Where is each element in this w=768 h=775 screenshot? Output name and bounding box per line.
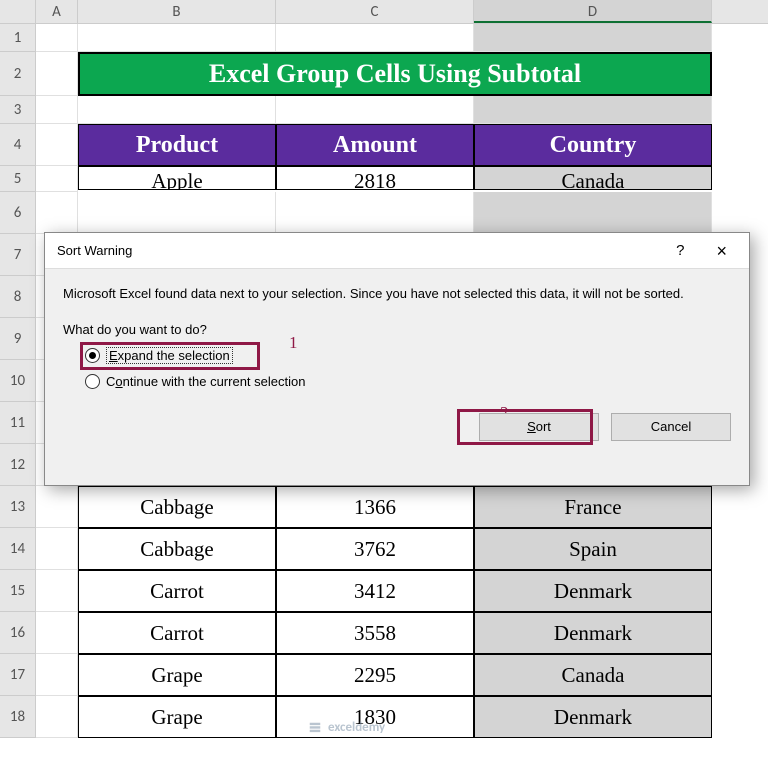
grid-row-3: 3 [0,96,768,124]
grid-row-1: 1 [0,24,768,52]
cell-b3[interactable] [78,96,276,124]
data-product-16[interactable]: Carrot [78,612,276,654]
cell-a4[interactable] [36,124,78,166]
grid-row-14: 14 Cabbage 3762 Spain [0,528,768,570]
col-header-b[interactable]: B [78,0,276,23]
header-product[interactable]: Product [78,124,276,166]
grid-row-15: 15 Carrot 3412 Denmark [0,570,768,612]
data-amount-16[interactable]: 3558 [276,612,474,654]
cell-a16[interactable] [36,612,78,654]
row-label-4[interactable]: 4 [0,124,36,166]
row-label-5[interactable]: 5 [0,166,36,192]
data-country-18[interactable]: Denmark [474,696,712,738]
radio-expand-label: Expand the selection [106,347,233,364]
help-icon[interactable]: ? [662,240,698,261]
dialog-controls: ? × [662,240,739,261]
dialog-buttons: Sort Cancel [45,413,749,457]
data-amount-18[interactable]: 1830 [276,696,474,738]
row-label-12[interactable]: 12 [0,444,36,486]
title-cell[interactable]: Excel Group Cells Using Subtotal [78,52,712,96]
grid-row-17: 17 Grape 2295 Canada [0,654,768,696]
data-amount-13[interactable]: 1366 [276,486,474,528]
dialog-titlebar[interactable]: Sort Warning ? × [45,233,749,269]
row-label-8[interactable]: 8 [0,276,36,318]
radio-group: Expand the selection Continue with the c… [85,347,731,389]
data-product-17[interactable]: Grape [78,654,276,696]
dialog-message: Microsoft Excel found data next to your … [63,285,731,304]
data-country-5[interactable]: Canada [474,166,712,190]
radio-continue-label: Continue with the current selection [106,374,305,389]
header-country[interactable]: Country [474,124,712,166]
cell-d1[interactable] [474,24,712,52]
data-amount-17[interactable]: 2295 [276,654,474,696]
row-label-9[interactable]: 9 [0,318,36,360]
row-label-17[interactable]: 17 [0,654,36,696]
data-product-5[interactable]: Apple [78,166,276,190]
data-country-16[interactable]: Denmark [474,612,712,654]
radio-continue-selection[interactable]: Continue with the current selection [85,374,731,389]
data-country-15[interactable]: Denmark [474,570,712,612]
grid-row-18: 18 Grape 1830 Denmark [0,696,768,738]
cell-d3[interactable] [474,96,712,124]
data-amount-14[interactable]: 3762 [276,528,474,570]
header-amount[interactable]: Amount [276,124,474,166]
row-label-3[interactable]: 3 [0,96,36,124]
cell-b1[interactable] [78,24,276,52]
cell-a3[interactable] [36,96,78,124]
select-all-corner[interactable] [0,0,36,23]
grid-row-16: 16 Carrot 3558 Denmark [0,612,768,654]
row-label-1[interactable]: 1 [0,24,36,52]
grid-row-6: 6 [0,192,768,234]
data-product-15[interactable]: Carrot [78,570,276,612]
sort-button[interactable]: Sort [479,413,599,441]
cell-a1[interactable] [36,24,78,52]
cell-a2[interactable] [36,52,78,96]
row-label-13[interactable]: 13 [0,486,36,528]
cell-a14[interactable] [36,528,78,570]
grid-row-13: 13 Cabbage 1366 France [0,486,768,528]
cell-a13[interactable] [36,486,78,528]
row-label-18[interactable]: 18 [0,696,36,738]
data-product-13[interactable]: Cabbage [78,486,276,528]
data-country-17[interactable]: Canada [474,654,712,696]
cell-a15[interactable] [36,570,78,612]
row-label-2[interactable]: 2 [0,52,36,96]
cell-c3[interactable] [276,96,474,124]
close-icon[interactable]: × [704,242,739,260]
dialog-title: Sort Warning [57,243,132,258]
cancel-button[interactable]: Cancel [611,413,731,441]
cell-a17[interactable] [36,654,78,696]
grid-row-2: 2 Excel Group Cells Using Subtotal [0,52,768,96]
dialog-question: What do you want to do? [63,322,731,337]
radio-checked-icon [85,348,100,363]
row-label-14[interactable]: 14 [0,528,36,570]
data-product-14[interactable]: Cabbage [78,528,276,570]
cell-a5[interactable] [36,166,78,192]
data-product-18[interactable]: Grape [78,696,276,738]
data-country-13[interactable]: France [474,486,712,528]
column-headers: A B C D [0,0,768,24]
grid-row-4: 4 Product Amount Country [0,124,768,166]
radio-unchecked-icon [85,374,100,389]
col-header-a[interactable]: A [36,0,78,23]
row-label-11[interactable]: 11 [0,402,36,444]
row-label-6[interactable]: 6 [0,192,36,234]
cell-a18[interactable] [36,696,78,738]
cell-c1[interactable] [276,24,474,52]
row-label-10[interactable]: 10 [0,360,36,402]
radio-expand-selection[interactable]: Expand the selection [85,347,731,364]
row-label-7[interactable]: 7 [0,234,36,276]
row-label-16[interactable]: 16 [0,612,36,654]
data-amount-5[interactable]: 2818 [276,166,474,190]
grid-row-5: 5 Apple 2818 Canada [0,166,768,192]
data-country-14[interactable]: Spain [474,528,712,570]
col-header-c[interactable]: C [276,0,474,23]
row-label-15[interactable]: 15 [0,570,36,612]
dialog-body: Microsoft Excel found data next to your … [45,269,749,413]
col-header-d[interactable]: D [474,0,712,23]
data-amount-15[interactable]: 3412 [276,570,474,612]
sort-warning-dialog: Sort Warning ? × Microsoft Excel found d… [44,232,750,486]
